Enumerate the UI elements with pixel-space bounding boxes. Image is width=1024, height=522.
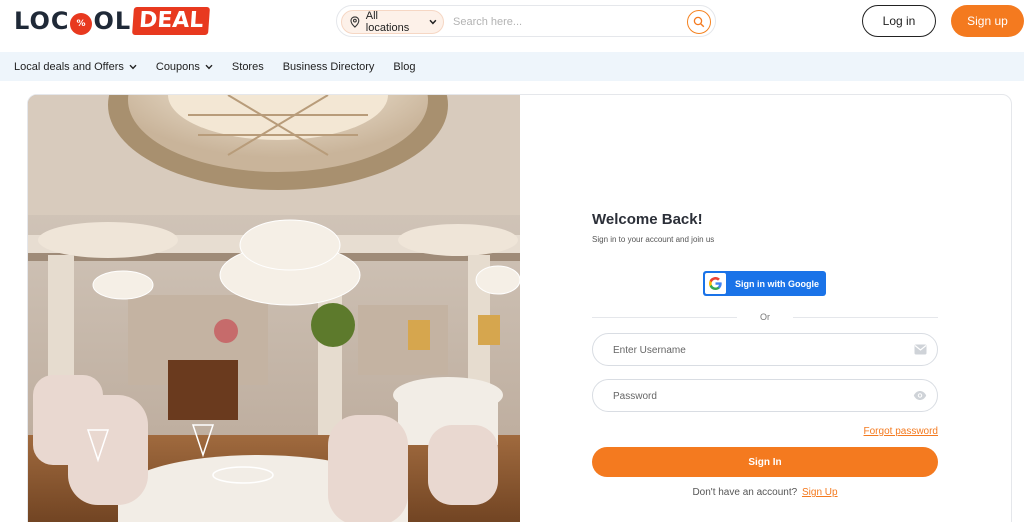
site-logo[interactable]: LOC% OL DEAL (14, 6, 211, 36)
logo-percent-badge: % (70, 13, 93, 35)
login-button[interactable]: Log in (862, 5, 936, 37)
restaurant-hall-image (28, 95, 520, 522)
form-subtitle: Sign in to your account and join us (592, 235, 715, 244)
signup-prompt: Don't have an account? Sign Up (592, 487, 938, 498)
login-card: Welcome Back! Sign in to your account an… (27, 94, 1012, 522)
search-icon (693, 16, 705, 28)
search-input[interactable] (453, 12, 673, 32)
nav-item-stores[interactable]: Stores (232, 61, 264, 73)
search-bar: All locations (336, 5, 716, 37)
logo-deal: DEAL (132, 7, 211, 35)
signup-link[interactable]: Sign Up (802, 487, 838, 498)
forgot-password-link[interactable]: Forgot password (864, 426, 938, 437)
login-form: Welcome Back! Sign in to your account an… (592, 211, 938, 498)
nav-item-label: Coupons (155, 60, 200, 73)
chevron-down-icon (205, 64, 213, 69)
google-icon (705, 273, 726, 294)
nav-item-label: Local deals and Offers (14, 60, 124, 73)
signup-prompt-text: Don't have an account? (692, 487, 798, 498)
password-input[interactable] (613, 388, 893, 404)
location-selector[interactable]: All locations (341, 10, 444, 34)
or-label: Or (760, 312, 770, 322)
chevron-down-icon (129, 64, 137, 69)
or-divider: Or (592, 312, 938, 322)
signin-button[interactable]: Sign In (592, 447, 938, 477)
google-signin-label: Sign in with Google (735, 278, 819, 289)
nav-item-label: Business Directory (282, 60, 375, 73)
envelope-icon (914, 344, 927, 355)
site-header: LOC%OL DEAL All locations Log in Sign up (0, 0, 1024, 52)
nav-item-blog[interactable]: Blog (393, 61, 415, 73)
nav-item-business-directory[interactable]: Business Directory (283, 61, 375, 73)
nav-item-label: Blog (393, 60, 416, 73)
username-field[interactable] (592, 333, 938, 366)
chevron-down-icon (429, 19, 437, 25)
location-label: All locations (365, 10, 410, 34)
form-title: Welcome Back! (592, 211, 703, 228)
search-button[interactable] (687, 10, 711, 34)
google-signin-button[interactable]: Sign in with Google (703, 271, 826, 296)
banquet-hall-illustration (28, 95, 520, 522)
password-field[interactable] (592, 379, 938, 412)
username-input[interactable] (613, 342, 893, 358)
nav-item-coupons[interactable]: Coupons (156, 61, 213, 73)
eye-icon[interactable] (913, 390, 927, 401)
location-pin-icon (350, 16, 360, 28)
logo-wordmark: LOC% OL (14, 7, 132, 35)
nav-item-local-deals[interactable]: Local deals and Offers (14, 61, 137, 73)
main-nav: Local deals and Offers Coupons Stores Bu… (0, 52, 1024, 81)
signup-button[interactable]: Sign up (951, 5, 1024, 37)
nav-item-label: Stores (231, 60, 264, 73)
